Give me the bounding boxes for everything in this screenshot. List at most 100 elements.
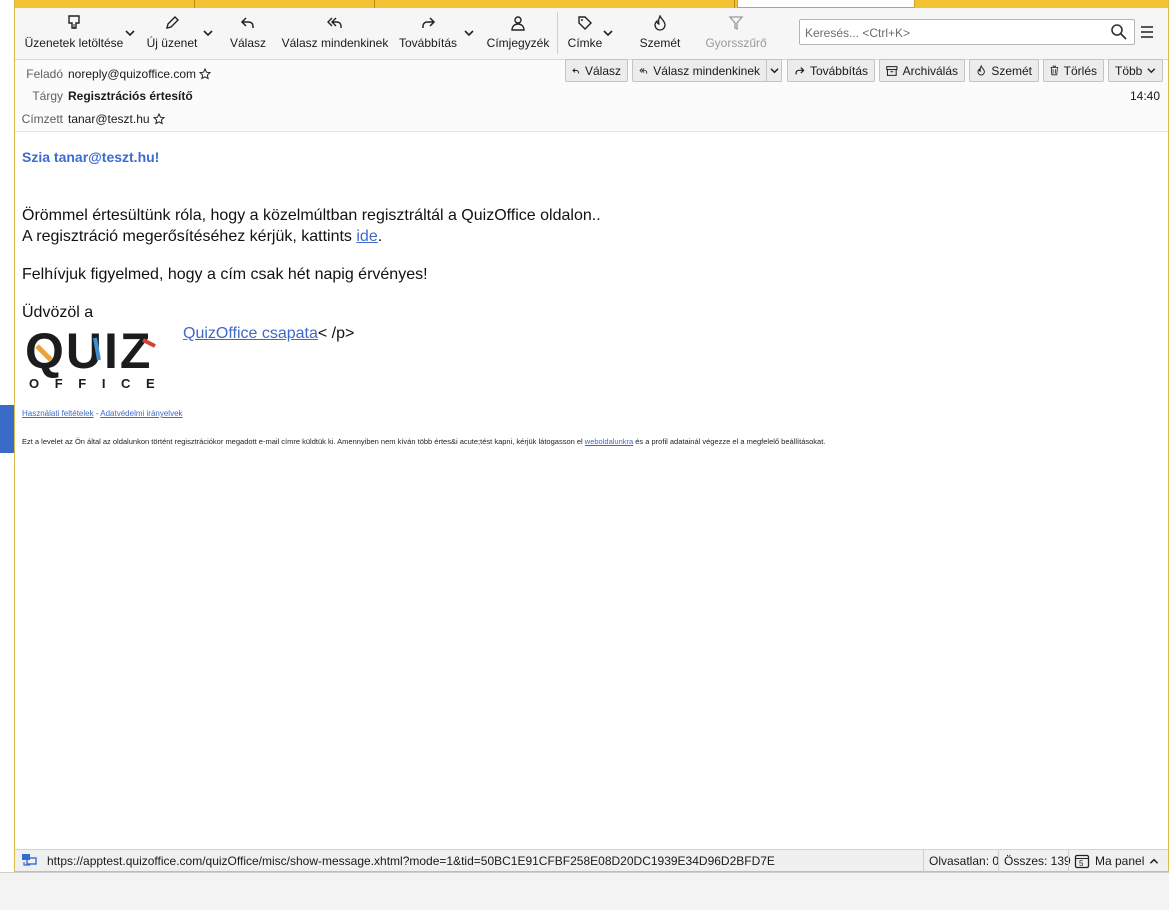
hamburger-menu-icon bbox=[1141, 26, 1153, 38]
flame-icon bbox=[652, 13, 668, 33]
chevron-down-icon bbox=[769, 68, 779, 74]
calendar-icon: 5 bbox=[1074, 854, 1090, 869]
desktop: Üzenetek letöltése Új üzenet Válasz Vála… bbox=[0, 0, 1169, 910]
get-messages-dropdown[interactable] bbox=[123, 24, 137, 42]
tab-3[interactable] bbox=[375, 0, 735, 8]
app-menu-button[interactable] bbox=[1136, 21, 1158, 43]
reply-all-label: Válasz mindenkinek bbox=[281, 36, 389, 50]
chevron-up-icon bbox=[1150, 858, 1159, 864]
total-count: Összes: 139 bbox=[998, 850, 1071, 872]
header-forward-label: Továbbítás bbox=[809, 63, 868, 78]
quick-filter-button[interactable]: Gyorsszűrő bbox=[703, 13, 769, 55]
subject-value: Regisztrációs értesítő bbox=[68, 89, 193, 103]
today-pane-toggle[interactable]: 5 Ma panel bbox=[1068, 850, 1168, 872]
filter-icon bbox=[728, 13, 744, 33]
sign-team: QuizOffice csapata< /p> bbox=[183, 325, 354, 343]
flame-icon bbox=[977, 64, 985, 76]
get-messages-label: Üzenetek letöltése bbox=[24, 36, 124, 50]
address-book-label: Címjegyzék bbox=[486, 36, 550, 50]
online-status-icon[interactable] bbox=[21, 853, 37, 870]
header-forward-button[interactable]: Továbbítás bbox=[787, 59, 875, 82]
tab-strip bbox=[15, 0, 1168, 8]
disclaimer-end: és a profil adatainál végezze el a megfe… bbox=[633, 437, 826, 446]
subject-label: Tárgy bbox=[32, 89, 63, 103]
thunderbird-window: Üzenetek letöltése Új üzenet Válasz Vála… bbox=[14, 0, 1169, 872]
website-link[interactable]: weboldalunkra bbox=[585, 437, 633, 446]
header-junk-label: Szemét bbox=[991, 63, 1032, 78]
header-reply-label: Válasz bbox=[584, 63, 621, 78]
search-input[interactable]: Keresés... <Ctrl+K> bbox=[799, 19, 1135, 45]
forward-label: Továbbítás bbox=[398, 36, 458, 50]
forward-button[interactable]: Továbbítás bbox=[397, 13, 459, 55]
forward-icon bbox=[795, 66, 805, 74]
terms-link[interactable]: Használati feltételek bbox=[22, 409, 94, 418]
header-more-button[interactable]: Több bbox=[1108, 59, 1163, 82]
tag-icon bbox=[577, 13, 593, 33]
search-placeholder: Keresés... <Ctrl+K> bbox=[805, 26, 911, 40]
greeting: Szia tanar@teszt.hu! bbox=[22, 149, 160, 165]
disclaimer: Ezt a levelet az Ön által az oldalunkon … bbox=[22, 437, 825, 446]
confirm-link[interactable]: ide bbox=[356, 228, 377, 245]
subject-row: Tárgy Regisztrációs értesítő bbox=[15, 86, 193, 106]
to-value[interactable]: tanar@teszt.hu bbox=[68, 112, 150, 126]
unread-count-text: Olvasatlan: 0 bbox=[929, 854, 1000, 868]
new-message-button[interactable]: Új üzenet bbox=[143, 13, 201, 55]
total-count-text: Összes: 139 bbox=[1004, 854, 1071, 868]
tab-active-message[interactable] bbox=[737, 0, 915, 8]
search-icon[interactable] bbox=[1110, 23, 1128, 44]
body-line-2-text: A regisztráció megerősítéséhez kérjük, k… bbox=[22, 228, 357, 245]
trash-icon bbox=[1050, 65, 1059, 76]
quizoffice-logo: QUIZ O F F I C E bbox=[25, 323, 185, 392]
download-icon bbox=[66, 13, 82, 33]
desktop-background-strip bbox=[0, 405, 14, 453]
header-delete-label: Törlés bbox=[1063, 63, 1097, 78]
address-book-button[interactable]: Címjegyzék bbox=[483, 13, 553, 55]
tab-2[interactable] bbox=[195, 0, 375, 8]
header-reply-all-button[interactable]: Válasz mindenkinek bbox=[632, 59, 767, 82]
quick-filter-label: Gyorsszűrő bbox=[705, 36, 767, 50]
message-time: 14:40 bbox=[1129, 89, 1160, 103]
tag-label: Címke bbox=[567, 36, 603, 50]
today-pane-label: Ma panel bbox=[1095, 854, 1145, 868]
toolbar-separator bbox=[557, 12, 558, 54]
tag-dropdown[interactable] bbox=[601, 24, 615, 42]
star-icon[interactable] bbox=[199, 68, 212, 80]
junk-button[interactable]: Szemét bbox=[635, 13, 685, 55]
reply-icon bbox=[572, 67, 579, 73]
body-line-1: Örömmel értesültünk róla, hogy a közelmú… bbox=[22, 207, 601, 224]
forward-dropdown[interactable] bbox=[462, 24, 476, 42]
body-line-2-end: . bbox=[377, 228, 383, 245]
header-archive-label: Archiválás bbox=[902, 63, 958, 78]
body-line-3: Felhívjuk figyelmed, hogy a cím csak hét… bbox=[22, 266, 428, 283]
reply-all-button[interactable]: Válasz mindenkinek bbox=[281, 13, 389, 55]
sign-off: Üdvözöl a bbox=[22, 304, 94, 321]
new-message-label: Új üzenet bbox=[146, 36, 198, 50]
main-toolbar: Üzenetek letöltése Új üzenet Válasz Vála… bbox=[15, 8, 1168, 60]
team-link[interactable]: QuizOffice csapata bbox=[183, 325, 318, 342]
reply-all-icon bbox=[639, 67, 648, 74]
star-icon[interactable] bbox=[152, 113, 165, 125]
taskbar bbox=[0, 872, 1169, 910]
chevron-down-icon bbox=[603, 30, 613, 37]
reply-icon bbox=[240, 13, 256, 33]
disclaimer-text: Ezt a levelet az Ön által az oldalunkon … bbox=[22, 437, 585, 446]
tab-1[interactable] bbox=[15, 0, 195, 8]
header-junk-button[interactable]: Szemét bbox=[969, 59, 1039, 82]
message-body: Szia tanar@teszt.hu! Örömmel értesültünk… bbox=[15, 132, 1168, 848]
reply-all-icon bbox=[326, 13, 344, 33]
header-archive-button[interactable]: Archiválás bbox=[879, 59, 965, 82]
header-reply-all-label: Válasz mindenkinek bbox=[653, 63, 760, 78]
status-url: https://apptest.quizoffice.com/quizOffic… bbox=[47, 854, 775, 868]
chevron-down-icon bbox=[125, 30, 135, 37]
reply-button[interactable]: Válasz bbox=[223, 13, 273, 55]
header-delete-button[interactable]: Törlés bbox=[1043, 59, 1104, 82]
calendar-day: 5 bbox=[1079, 859, 1084, 868]
header-reply-all-dropdown[interactable] bbox=[766, 59, 782, 82]
header-reply-button[interactable]: Válasz bbox=[565, 59, 628, 82]
from-value[interactable]: noreply@quizoffice.com bbox=[68, 67, 196, 81]
privacy-link[interactable]: Adatvédelmi irányelvek bbox=[100, 409, 182, 418]
header-more-label: Több bbox=[1115, 63, 1143, 78]
get-messages-button[interactable]: Üzenetek letöltése bbox=[21, 13, 127, 55]
new-message-dropdown[interactable] bbox=[201, 24, 215, 42]
logo-sub: O F F I C E bbox=[29, 376, 161, 391]
